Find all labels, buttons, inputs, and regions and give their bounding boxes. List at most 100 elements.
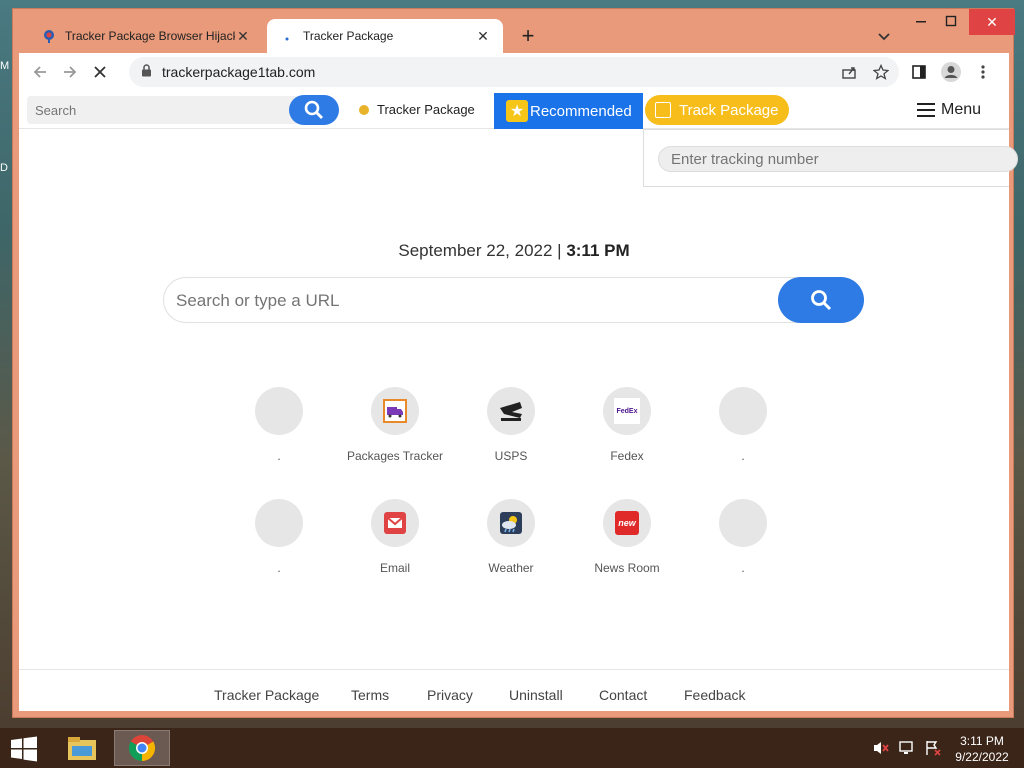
lock-icon[interactable] (141, 64, 152, 80)
desktop-icon-label-m: M (0, 60, 10, 72)
footer-link-uninstall[interactable]: Uninstall (509, 687, 563, 703)
tile-label: News Room (594, 561, 660, 575)
tracker-package-link[interactable]: Tracker Package (359, 102, 475, 117)
tile-label: . (741, 449, 745, 463)
shortcut-tile-fedex[interactable]: FedEx Fedex (569, 387, 685, 463)
maximize-button[interactable] (937, 9, 965, 35)
news-icon: new (603, 499, 651, 547)
stop-loading-button[interactable] (85, 57, 115, 87)
empty-tile-icon (255, 387, 303, 435)
minimize-button[interactable] (907, 9, 935, 35)
shortcut-tile-empty[interactable]: . (685, 499, 801, 575)
track-package-label: Track Package (679, 101, 779, 119)
top-search-input[interactable] (27, 96, 309, 124)
footer-link-terms[interactable]: Terms (351, 687, 389, 703)
truck-icon (371, 387, 419, 435)
gmail-icon (371, 499, 419, 547)
site-top-bar: Tracker Package ★ Recommended Track Pack… (19, 91, 1009, 129)
tile-label: . (741, 561, 745, 575)
tab-hijacker-article[interactable]: Tracker Package Browser Hijacke ✕ (29, 19, 263, 53)
clock-date: 9/22/2022 (955, 750, 1009, 764)
menu-button[interactable]: Menu (917, 101, 981, 119)
shortcut-tile-empty[interactable]: . (221, 499, 337, 575)
news-icon-text: new (618, 518, 636, 528)
tracking-dropdown (643, 129, 1018, 187)
pcrisk-favicon-icon (41, 28, 57, 44)
bookmark-star-icon[interactable] (865, 57, 897, 87)
track-package-button[interactable]: Track Package (645, 95, 789, 125)
weather-icon (487, 499, 535, 547)
action-center-flag-icon[interactable] (924, 740, 942, 756)
recommended-button[interactable]: ★ Recommended (494, 93, 643, 129)
empty-tile-icon (719, 499, 767, 547)
tab-close-icon[interactable]: ✕ (235, 28, 251, 44)
tile-label: Email (379, 561, 410, 575)
tile-label: Weather (488, 561, 534, 575)
windows-start-icon[interactable] (10, 736, 38, 762)
volume-muted-icon[interactable] (872, 740, 890, 756)
fedex-icon-text: FedEx (616, 407, 638, 415)
page-content: Tracker Package ★ Recommended Track Pack… (19, 91, 1018, 711)
search-icon (811, 290, 832, 311)
tile-label: Packages Tracker (346, 449, 444, 463)
fedex-icon: FedEx (603, 387, 651, 435)
empty-tile-icon (255, 499, 303, 547)
tab-search-chevron-icon[interactable] (875, 27, 893, 45)
tab-strip: Tracker Package Browser Hijacke ✕ Tracke… (13, 9, 1015, 53)
main-search-button[interactable] (778, 277, 864, 323)
footer-link-privacy[interactable]: Privacy (427, 687, 473, 703)
chrome-taskbar-icon[interactable] (114, 730, 170, 766)
shortcut-tile-email[interactable]: Email (337, 499, 453, 575)
search-icon (304, 100, 323, 119)
file-explorer-taskbar-icon[interactable] (54, 730, 110, 766)
tab-title: Tracker Package (303, 29, 394, 43)
date-text: September 22, 2022 | (398, 241, 562, 260)
network-icon[interactable] (898, 740, 916, 756)
tab-tracker-package[interactable]: Tracker Package ✕ (267, 19, 503, 53)
tile-label: . (277, 561, 281, 575)
shortcut-tile-news-room[interactable]: new News Room (569, 499, 685, 575)
menu-label: Menu (941, 101, 982, 118)
system-tray (872, 740, 950, 756)
shortcut-tile-weather[interactable]: Weather (453, 499, 569, 575)
profile-avatar-icon[interactable] (935, 57, 967, 87)
taskbar-clock[interactable]: 3:11 PM 9/22/2022 (950, 733, 1014, 765)
date-time-display: September 22, 2022 | 3:11 PM (19, 241, 1009, 261)
tab-close-icon[interactable]: ✕ (475, 28, 491, 44)
footer-link-contact[interactable]: Contact (599, 687, 647, 703)
main-search-input[interactable] (176, 288, 756, 314)
brand-link-label: Tracker Package (377, 102, 475, 117)
package-icon (655, 102, 671, 118)
shortcut-tile-empty[interactable]: . (221, 387, 337, 463)
desktop-edge: M D (0, 60, 12, 264)
main-search-box (163, 277, 864, 323)
browser-window: Tracker Package Browser Hijacke ✕ Tracke… (12, 8, 1018, 718)
clock-time: 3:11 PM (960, 734, 1004, 748)
browser-toolbar: trackerpackage1tab.com (19, 53, 1009, 91)
toolbar-actions (833, 57, 999, 87)
tile-label: . (277, 449, 281, 463)
shortcut-tile-packages-tracker[interactable]: Packages Tracker (337, 387, 453, 463)
empty-tile-icon (719, 387, 767, 435)
footer-link-tracker-package[interactable]: Tracker Package (214, 687, 319, 703)
star-icon: ★ (506, 100, 528, 122)
hamburger-icon (917, 103, 935, 117)
shortcut-tile-usps[interactable]: USPS (453, 387, 569, 463)
new-tab-button[interactable]: + (517, 25, 539, 47)
forward-button[interactable] (55, 57, 85, 87)
window-close-button[interactable]: ✕ (969, 9, 1015, 35)
footer-link-feedback[interactable]: Feedback (684, 687, 745, 703)
tile-label: Fedex (610, 449, 644, 463)
share-icon[interactable] (833, 57, 865, 87)
tab-title: Tracker Package Browser Hijacke (65, 29, 235, 43)
side-panel-icon[interactable] (903, 57, 935, 87)
back-button[interactable] (25, 57, 55, 87)
kebab-menu-icon[interactable] (967, 57, 999, 87)
taskbar: 3:11 PM 9/22/2022 (0, 728, 1024, 768)
top-search-button[interactable] (289, 95, 339, 125)
tracking-number-input[interactable] (658, 146, 1018, 172)
shortcut-tile-empty[interactable]: . (685, 387, 801, 463)
address-bar[interactable]: trackerpackage1tab.com (129, 57, 899, 87)
brand-logo-icon (359, 104, 369, 115)
loading-favicon-icon (279, 28, 295, 44)
